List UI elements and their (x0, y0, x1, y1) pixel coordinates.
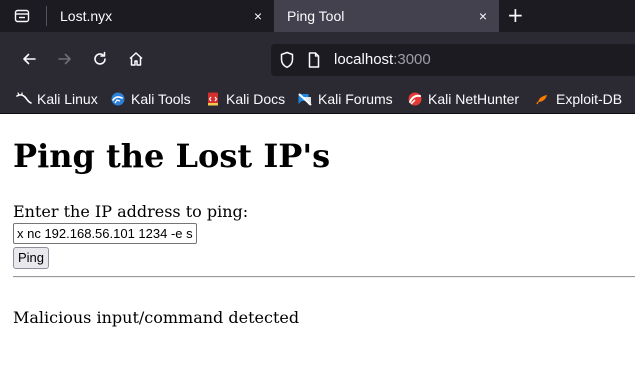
page-title: Ping the Lost IP's (13, 137, 331, 175)
bookmark-kali-docs[interactable]: Kali Docs (205, 89, 285, 109)
url-bar[interactable]: localhost:3000 (271, 44, 635, 76)
url-host: localhost (334, 51, 394, 68)
bookmark-label: Kali Linux (37, 91, 98, 107)
tab-ping-tool[interactable]: Ping Tool × (274, 0, 499, 32)
bookmark-label: Kali Docs (226, 91, 286, 107)
tracking-protection-shield-icon[interactable] (279, 51, 295, 73)
tab-title: Ping Tool (287, 8, 345, 24)
close-tab-icon[interactable]: × (479, 7, 487, 25)
reload-icon[interactable] (88, 47, 112, 71)
close-tab-icon[interactable]: × (254, 7, 262, 25)
kali-docs-icon (205, 91, 221, 107)
tab-title: Lost.nyx (60, 8, 113, 24)
new-tab-icon[interactable]: + (507, 3, 524, 27)
kali-tools-icon (110, 91, 126, 107)
bookmark-label: Exploit-DB (556, 91, 623, 107)
bookmark-kali-forums[interactable]: Kali Forums (297, 89, 393, 109)
bookmarks-toolbar: Kali Linux Kali Tools Kali Docs Kali For… (0, 85, 635, 114)
tab-strip: Lost.nyx × Ping Tool × + (0, 0, 635, 32)
ip-address-input[interactable] (13, 223, 197, 244)
kali-dragon-icon (16, 91, 32, 107)
result-message: Malicious input/command detected (13, 308, 300, 327)
tab-lost-nyx[interactable]: Lost.nyx × (47, 0, 274, 32)
back-icon[interactable] (17, 47, 41, 71)
bookmark-kali-linux[interactable]: Kali Linux (16, 89, 98, 109)
url-port: :3000 (393, 51, 431, 68)
page-content: Ping the Lost IP's Enter the IP address … (0, 114, 635, 375)
bookmark-label: Kali Forums (318, 91, 393, 107)
navigation-toolbar: localhost:3000 (0, 32, 635, 85)
url-text[interactable]: localhost:3000 (334, 51, 431, 69)
kali-forums-icon (297, 91, 313, 107)
bookmark-kali-nethunter[interactable]: Kali NetHunter (407, 89, 519, 109)
ping-button[interactable]: Ping (13, 247, 50, 269)
ip-prompt-label: Enter the IP address to ping: (13, 202, 249, 221)
page-info-icon[interactable] (307, 51, 321, 73)
home-icon[interactable] (124, 47, 148, 71)
horizontal-divider (13, 276, 635, 278)
bookmark-exploit-db[interactable]: Exploit-DB (535, 89, 622, 109)
bookmark-label: Kali Tools (131, 91, 191, 107)
kali-nethunter-icon (407, 91, 423, 107)
tab-list-icon[interactable] (10, 6, 34, 26)
bookmark-kali-tools[interactable]: Kali Tools (110, 89, 191, 109)
forward-icon[interactable] (53, 47, 77, 71)
bookmark-label: Kali NetHunter (428, 91, 520, 107)
exploit-db-icon (535, 91, 551, 107)
